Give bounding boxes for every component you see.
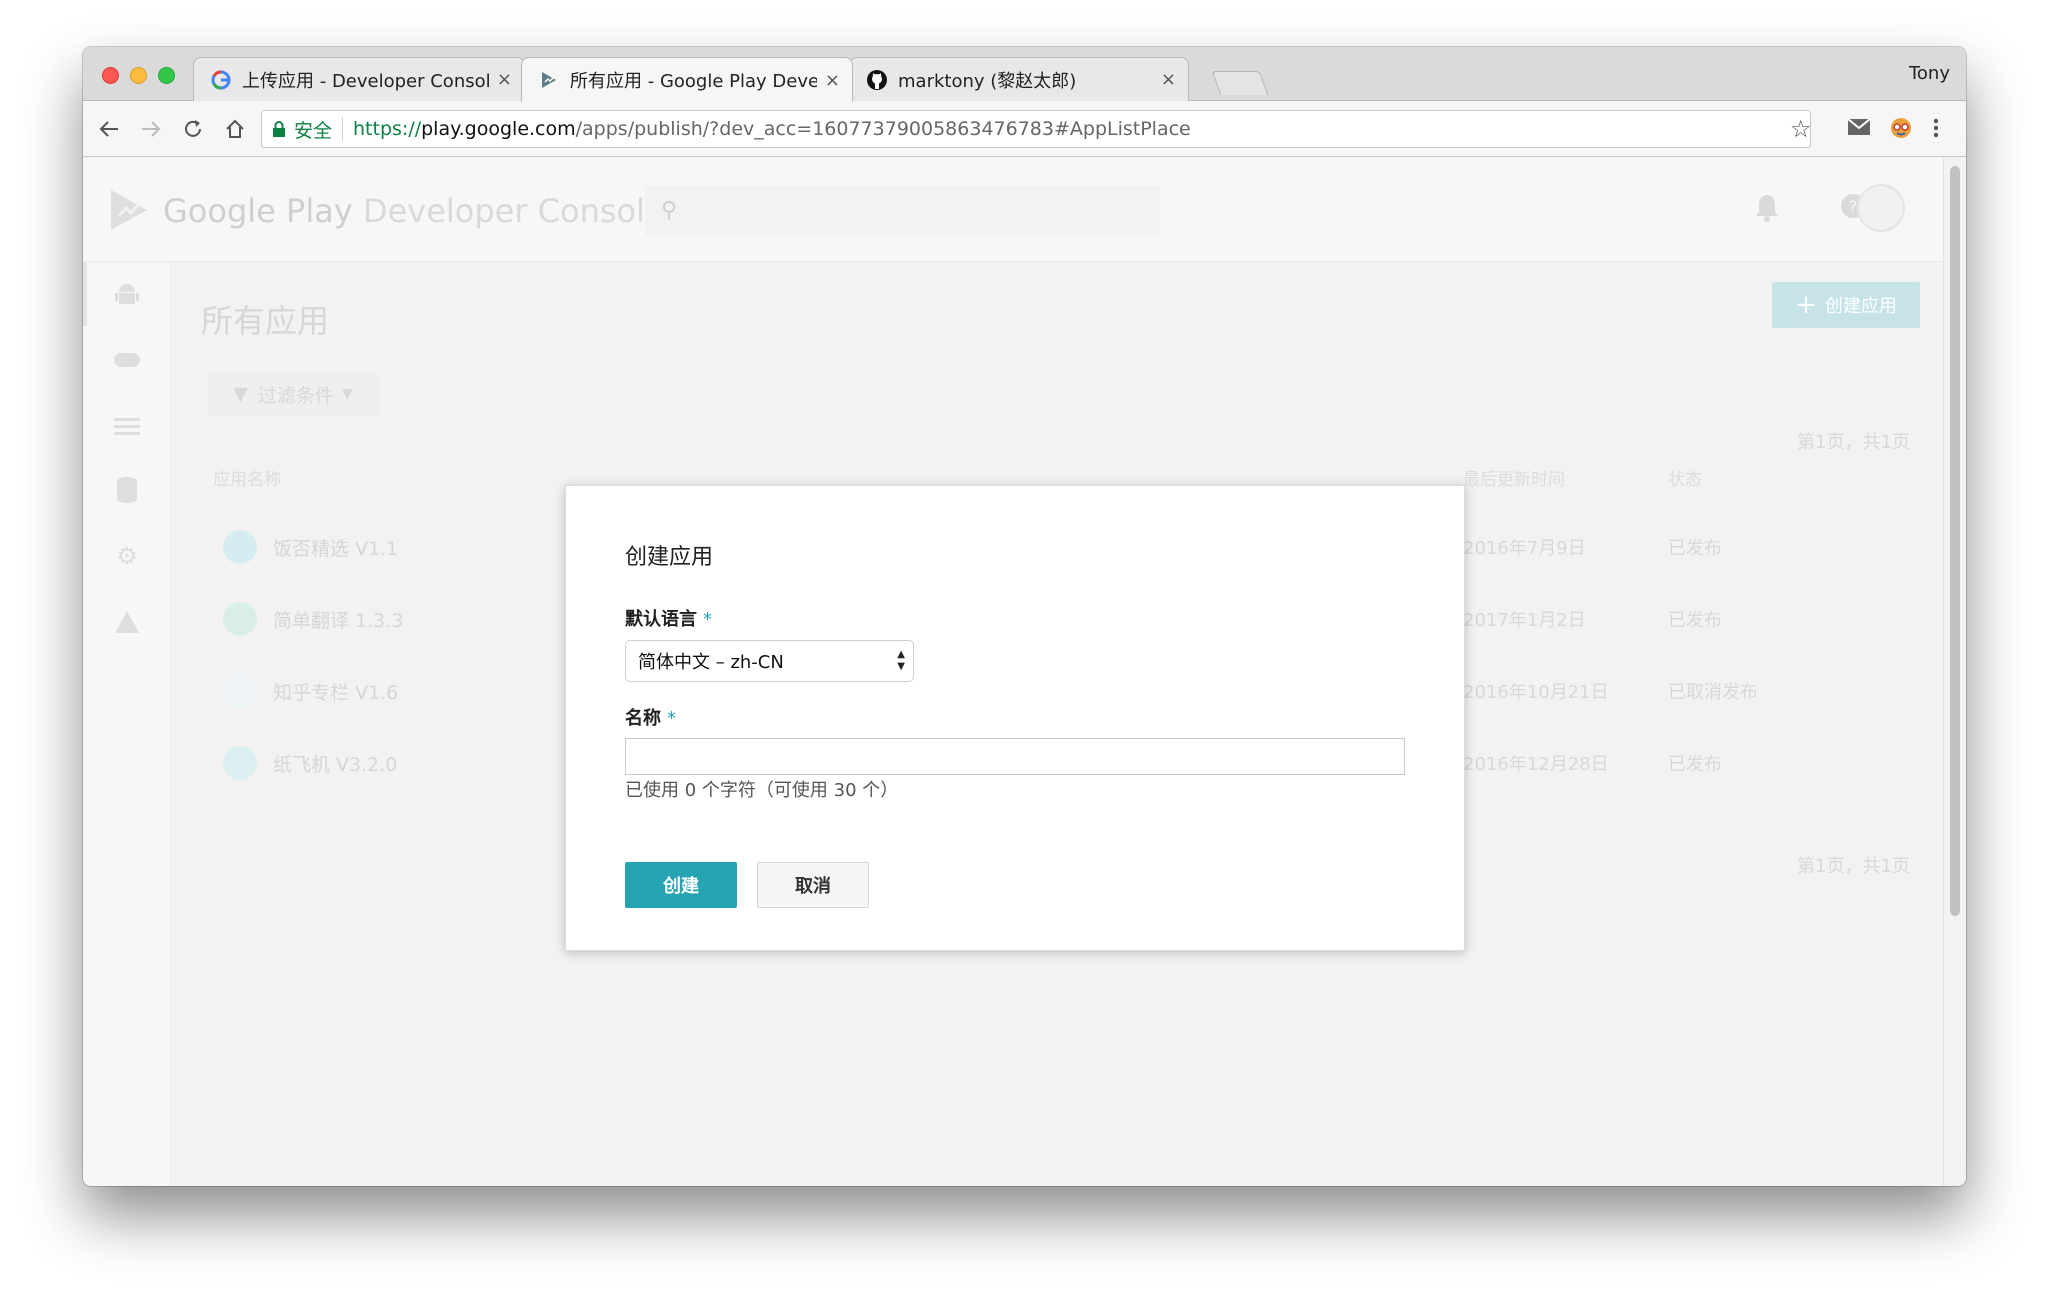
tab-close-icon[interactable]: × (497, 69, 512, 90)
app-name-input[interactable] (625, 738, 1405, 775)
filter-button[interactable]: ▼ 过滤条件 ▼ (207, 372, 379, 416)
console-search-input[interactable]: ⚲ (645, 186, 1160, 236)
new-tab-button[interactable] (1211, 71, 1269, 95)
column-header-status: 状态 (1668, 470, 1702, 490)
tab-close-icon[interactable]: × (1161, 69, 1176, 90)
back-icon[interactable] (95, 115, 123, 143)
table-cell-status: 已发布 (1668, 610, 1722, 631)
forward-icon[interactable] (137, 115, 165, 143)
list-icon[interactable] (113, 412, 141, 440)
star-icon[interactable]: ☆ (1790, 115, 1812, 143)
mail-icon[interactable] (1847, 117, 1871, 143)
address-bar[interactable]: 安全 https:// play.google.com /apps/publis… (261, 110, 1811, 148)
chevron-down-icon: ▼ (341, 386, 353, 402)
app-icon (223, 530, 257, 564)
address-divider (342, 117, 344, 141)
scrollbar-thumb[interactable] (1950, 166, 1960, 916)
tab-title: 上传应用 - Developer Console (242, 70, 489, 92)
side-nav-active-indicator (83, 262, 87, 326)
database-icon[interactable] (113, 476, 141, 504)
svg-text:?: ? (1849, 197, 1858, 216)
android-icon[interactable] (113, 280, 141, 308)
url-scheme: https:// (353, 118, 422, 140)
play-console-icon (538, 69, 560, 91)
table-cell-updated: 2016年10月21日 (1463, 682, 1609, 703)
plus-icon: + (1795, 290, 1817, 320)
name-label: 名称 * (625, 708, 676, 729)
kebab-menu-icon[interactable] (1933, 117, 1939, 145)
app-icon (223, 674, 257, 708)
table-cell-updated: 2017年1月2日 (1463, 610, 1586, 631)
window-minimize-button[interactable] (130, 67, 147, 84)
url-path: /apps/publish/?dev_acc=16077379005863476… (575, 118, 1191, 140)
app-icon (223, 746, 257, 780)
browser-toolbar: 安全 https:// play.google.com /apps/publis… (83, 101, 1966, 157)
profile-name[interactable]: Tony (1909, 63, 1950, 84)
tab-all-apps[interactable]: 所有应用 - Google Play Developer Console × (521, 57, 853, 102)
table-cell-status: 已取消发布 (1668, 682, 1758, 703)
table-cell-updated: 2016年12月28日 (1463, 754, 1609, 775)
console-header: Google Play Developer Console ⚲ ? (83, 158, 1943, 262)
side-nav: ⚙ (83, 262, 171, 1186)
column-header-name: 应用名称 (213, 470, 281, 490)
default-language-select[interactable]: 简体中文 – zh-CN ▲ ▼ (625, 640, 914, 682)
tab-upload-app[interactable]: 上传应用 - Developer Console × (193, 57, 525, 101)
table-cell-status: 已发布 (1668, 538, 1722, 559)
page-content: Google Play Developer Console ⚲ ? ⚙ 所有应用… (83, 158, 1943, 1186)
google-g-icon (210, 69, 232, 91)
gamepad-icon[interactable] (113, 346, 141, 374)
warning-icon[interactable] (113, 608, 141, 636)
create-button[interactable]: 创建 (625, 862, 737, 908)
column-header-updated: 最后更新时间 (1463, 470, 1565, 490)
table-cell-updated: 2016年7月9日 (1463, 538, 1586, 559)
home-icon[interactable] (221, 115, 249, 143)
extension-icon[interactable] (1889, 117, 1913, 145)
create-app-button[interactable]: + 创建应用 (1772, 282, 1920, 328)
dialog-title: 创建应用 (625, 545, 714, 570)
required-mark: * (703, 609, 712, 630)
tab-title: marktony (黎赵太郎) (898, 70, 1077, 92)
github-icon (866, 69, 888, 91)
window-maximize-button[interactable] (158, 67, 175, 84)
pager-bottom: 第1页，共1页 (1797, 856, 1910, 877)
select-arrows-icon: ▲ ▼ (897, 649, 905, 672)
tab-title: 所有应用 - Google Play Developer Console (570, 71, 817, 92)
console-logo-text: Google Play Developer Console (163, 192, 665, 230)
tab-strip: 上传应用 - Developer Console × 所有应用 - Google… (83, 47, 1966, 102)
window-close-button[interactable] (102, 67, 119, 84)
browser-window: 上传应用 - Developer Console × 所有应用 - Google… (83, 47, 1966, 1186)
play-console-logo-icon (111, 190, 147, 230)
create-app-dialog: 创建应用 默认语言 * 简体中文 – zh-CN ▲ ▼ 名称 * 已使用 0 个字符… (565, 485, 1465, 951)
tab-github-profile[interactable]: marktony (黎赵太郎) × (849, 57, 1189, 101)
required-mark: * (667, 708, 676, 729)
reload-icon[interactable] (179, 115, 207, 143)
bell-icon[interactable] (1753, 192, 1781, 229)
filter-icon: ▼ (233, 383, 248, 405)
char-count: 已使用 0 个字符（可使用 30 个） (625, 780, 899, 801)
gear-icon[interactable]: ⚙ (113, 542, 141, 570)
url-host: play.google.com (421, 118, 576, 140)
cancel-button[interactable]: 取消 (757, 862, 869, 908)
language-label: 默认语言 * (625, 609, 712, 630)
tab-close-icon[interactable]: × (825, 70, 840, 91)
page-title: 所有应用 (201, 302, 330, 340)
page-scrollbar[interactable] (1943, 158, 1966, 1186)
app-icon (223, 602, 257, 636)
avatar[interactable] (1857, 184, 1905, 232)
table-cell-status: 已发布 (1668, 754, 1722, 775)
secure-label: 安全 (294, 119, 333, 142)
pager-top: 第1页，共1页 (1797, 432, 1910, 453)
lock-icon (273, 121, 285, 137)
search-icon: ⚲ (661, 198, 678, 223)
